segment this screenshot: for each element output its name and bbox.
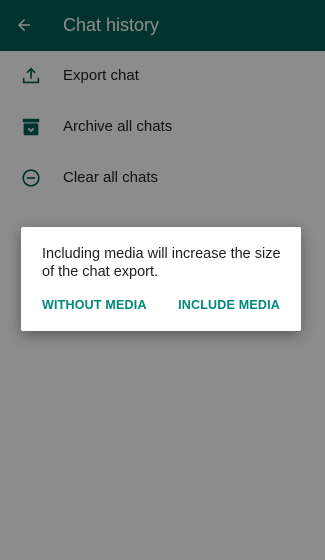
dialog-message: Including media will increase the size o… [42,246,281,280]
include-media-button[interactable]: INCLUDE MEDIA [178,293,280,317]
export-media-dialog: Including media will increase the size o… [21,227,301,331]
without-media-button[interactable]: WITHOUT MEDIA [42,293,147,317]
